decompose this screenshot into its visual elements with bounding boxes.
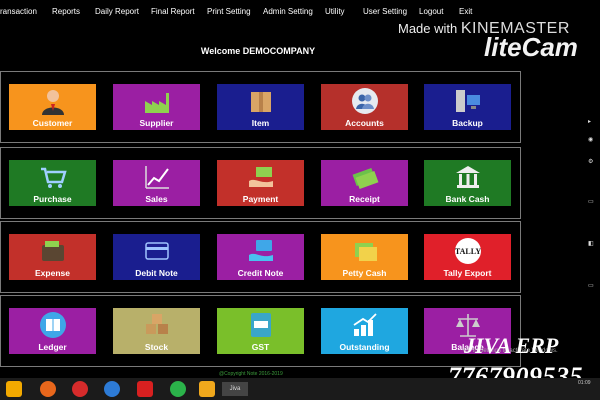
tile-label: Purchase (33, 194, 72, 204)
menu-user-setting[interactable]: User Setting (363, 7, 407, 16)
calculator-icon (247, 311, 275, 339)
menu-exit[interactable]: Exit (459, 7, 472, 16)
bank-icon (454, 163, 482, 191)
sidebar-icon[interactable]: ▭ (588, 282, 600, 289)
boxes-icon (143, 311, 171, 339)
tile-gst[interactable]: GST (217, 308, 304, 354)
tile-label: Ledger (38, 342, 67, 352)
taskbar-app-jiva[interactable]: Jiva (222, 382, 248, 396)
tile-petty-cash[interactable]: Petty Cash (321, 234, 408, 280)
tile-label: Petty Cash (342, 268, 387, 278)
tile-label: Item (251, 118, 270, 128)
wallet-icon (39, 237, 67, 265)
tile-label: Tally Export (443, 268, 492, 278)
hand-money-icon (247, 163, 275, 191)
tile-label: Credit Note (237, 268, 284, 278)
tile-payment[interactable]: Payment (217, 160, 304, 206)
menu-admin-setting[interactable]: Admin Setting (263, 7, 313, 16)
tile-label: Payment (242, 194, 279, 204)
coins-icon (351, 311, 379, 339)
camera-icon[interactable]: ◉ (588, 136, 600, 143)
tile-label: Supplier (139, 118, 174, 128)
tile-customer[interactable]: Customer (9, 84, 96, 130)
svg-text:TALLY: TALLY (454, 247, 480, 256)
tile-stock[interactable]: Stock (113, 308, 200, 354)
tile-tally-export[interactable]: TALLY Tally Export (424, 234, 511, 280)
bills-icon (351, 237, 379, 265)
tile-label: Sales (145, 194, 168, 204)
server-icon (454, 87, 482, 115)
whatsapp-icon[interactable] (170, 381, 186, 397)
ledger-icon (39, 311, 67, 339)
tile-label: Bank Cash (445, 194, 490, 204)
box-icon (247, 87, 275, 115)
chart-icon (143, 163, 171, 191)
brand-overlay: JIVA ERP (464, 333, 559, 358)
users-icon (351, 87, 379, 115)
copyright-text: @Copyright Note 2016-2019 (219, 371, 283, 377)
tally-icon: TALLY (454, 237, 482, 265)
menu-bar: ransaction Reports Daily Report Final Re… (0, 0, 600, 22)
tile-label: Receipt (349, 194, 380, 204)
menu-reports[interactable]: Reports (52, 7, 80, 16)
cart-icon (39, 163, 67, 191)
opera-icon[interactable] (72, 381, 88, 397)
tile-backup[interactable]: Backup (424, 84, 511, 130)
menu-print-setting[interactable]: Print Setting (207, 7, 251, 16)
hand-card-icon (247, 237, 275, 265)
tile-outstanding[interactable]: Outstanding (321, 308, 408, 354)
taskbar: Jiva 01:09 (0, 378, 600, 400)
chrome-icon[interactable] (104, 381, 120, 397)
tile-item[interactable]: Item (217, 84, 304, 130)
tile-expense[interactable]: Expense (9, 234, 96, 280)
tile-ledger[interactable]: Ledger (9, 308, 96, 354)
video-watermark: Made with KINEMASTER liteCam (398, 20, 578, 62)
welcome-title: Welcome DEMOCOMPANY (200, 46, 316, 56)
settings-icon[interactable]: ⚙ (588, 158, 600, 165)
tile-label: Accounts (345, 118, 384, 128)
tile-label: Outstanding (339, 342, 390, 352)
tile-accounts[interactable]: Accounts (321, 84, 408, 130)
taskbar-clock: 01:09 (578, 380, 591, 386)
menu-final-report[interactable]: Final Report (151, 7, 195, 16)
sidebar-icon[interactable]: ◧ (588, 240, 600, 247)
file-explorer-icon[interactable] (6, 381, 22, 397)
jiva-app-icon[interactable] (199, 381, 215, 397)
tile-purchase[interactable]: Purchase (9, 160, 96, 206)
watermark-made-with: Made with (398, 21, 458, 36)
cash-icon (351, 163, 379, 191)
menu-utility[interactable]: Utility (325, 7, 345, 16)
person-icon (39, 87, 67, 115)
firefox-icon[interactable] (40, 381, 56, 397)
app-icon[interactable] (137, 381, 153, 397)
sidebar-icon[interactable]: ▸ (588, 118, 600, 125)
menu-daily-report[interactable]: Daily Report (95, 7, 139, 16)
tile-label: Expense (35, 268, 70, 278)
card-icon (143, 237, 171, 265)
tile-label: GST (251, 342, 270, 352)
tile-bank-cash[interactable]: Bank Cash (424, 160, 511, 206)
factory-icon (143, 87, 171, 115)
tile-credit-note[interactable]: Credit Note (217, 234, 304, 280)
tile-receipt[interactable]: Receipt (321, 160, 408, 206)
tile-label: Customer (32, 118, 73, 128)
sidebar-icon[interactable]: ▭ (588, 198, 600, 205)
right-sidebar: ▸ ◉ ⚙ ▭ ◧ ▭ (588, 0, 600, 400)
tile-sales[interactable]: Sales (113, 160, 200, 206)
menu-transaction[interactable]: ransaction (0, 7, 37, 16)
menu-logout[interactable]: Logout (419, 7, 443, 16)
tile-debit-note[interactable]: Debit Note (113, 234, 200, 280)
tile-label: Debit Note (135, 268, 178, 278)
tile-label: Backup (452, 118, 483, 128)
tile-supplier[interactable]: Supplier (113, 84, 200, 130)
tile-label: Stock (144, 342, 169, 352)
